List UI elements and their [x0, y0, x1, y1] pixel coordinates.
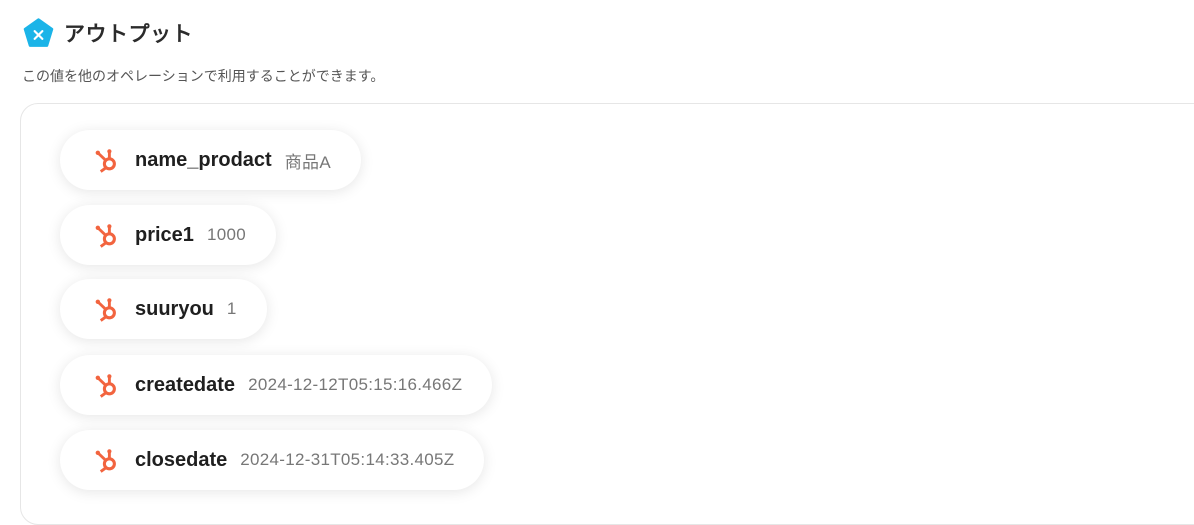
output-value: 1	[226, 299, 237, 318]
output-chip-createdate[interactable]: createdate 2024-12-12T05:15:16.466Z	[60, 355, 493, 415]
output-key: price1	[135, 223, 194, 246]
output-key: suuryou	[135, 297, 214, 320]
hubspot-icon	[95, 449, 116, 473]
output-key: name_prodact	[135, 148, 272, 171]
output-key: createdate	[135, 373, 236, 396]
output-key: closedate	[135, 448, 228, 471]
page-description: この値を他のオペレーションで利用することができます。	[22, 69, 385, 85]
output-value: 1000	[206, 225, 246, 244]
output-value: 2024-12-31T05:14:33.405Z	[240, 450, 455, 469]
output-list: name_prodact 商品A price1 1000 suuryou 1 c…	[60, 130, 493, 505]
output-chip-suuryou[interactable]: suuryou 1	[60, 279, 267, 339]
hubspot-icon	[95, 374, 116, 398]
output-header: アウトプット	[23, 17, 193, 49]
output-chip-closedate[interactable]: closedate 2024-12-31T05:14:33.405Z	[60, 430, 485, 490]
hubspot-icon	[95, 298, 116, 322]
page-title: アウトプット	[64, 22, 193, 46]
hubspot-icon	[95, 149, 116, 173]
yoom-logo-icon	[23, 17, 54, 47]
output-value: 商品A	[284, 152, 331, 172]
hubspot-icon	[95, 224, 116, 248]
output-chip-price1[interactable]: price1 1000	[60, 205, 276, 265]
output-chip-name-prodact[interactable]: name_prodact 商品A	[60, 130, 361, 190]
output-value: 2024-12-12T05:15:16.466Z	[248, 375, 463, 394]
